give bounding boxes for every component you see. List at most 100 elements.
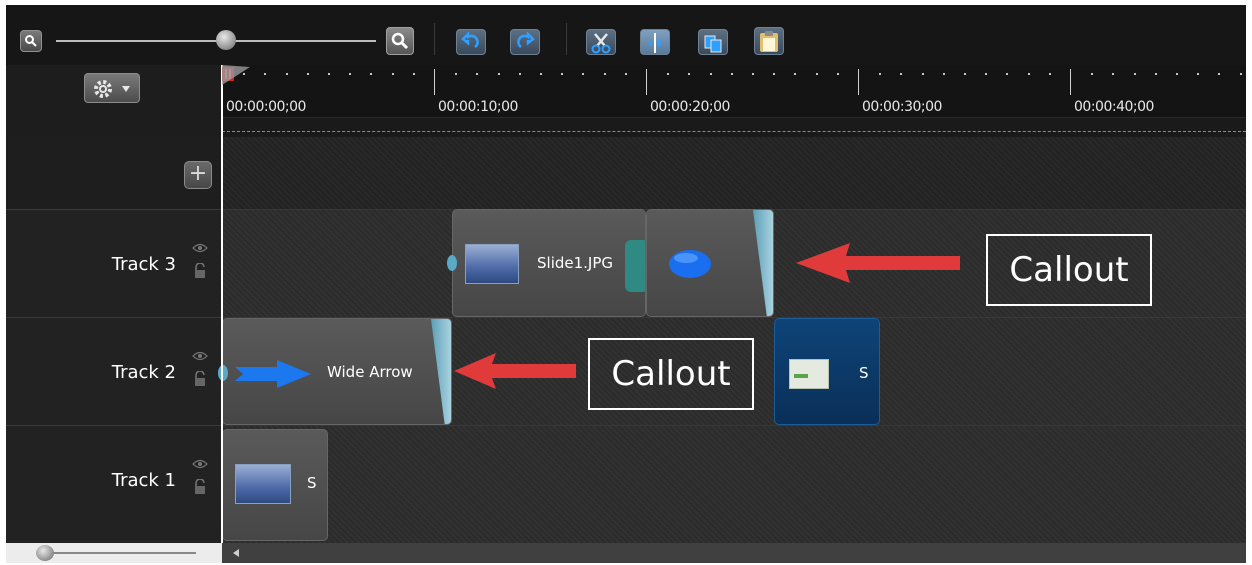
clip-label: S [859, 364, 869, 382]
track-lane-1[interactable] [222, 425, 1246, 543]
callout-label-2: Callout [588, 338, 754, 410]
ruler-minor-tick [412, 73, 415, 75]
track-height-slider-knob[interactable] [36, 545, 54, 561]
add-track-button[interactable]: + [184, 161, 212, 189]
gear-icon [94, 80, 112, 98]
zoom-in-icon [391, 32, 409, 50]
ruler-minor-tick [285, 73, 288, 75]
ruler-minor-tick [370, 73, 373, 75]
ruler-minor-tick [1239, 73, 1242, 75]
track-height-slider-area [6, 543, 222, 563]
ruler-minor-tick [1133, 73, 1136, 75]
lock-icon[interactable] [193, 479, 207, 495]
eye-icon[interactable] [192, 243, 208, 253]
ruler-major-tick [858, 69, 859, 95]
track-options-area [6, 65, 222, 137]
ruler-divider [222, 131, 1246, 132]
paste-button[interactable] [754, 27, 784, 55]
ruler-minor-tick [964, 73, 966, 75]
toolbar-separator [434, 23, 435, 55]
callout-arrow-1 [796, 243, 960, 283]
ruler-minor-tick [518, 73, 521, 75]
clip-tail[interactable] [753, 210, 773, 316]
ruler-minor-tick [1006, 73, 1009, 75]
ruler-time-label: 00:00:20;00 [650, 99, 730, 115]
ruler-major-tick [434, 69, 435, 95]
ruler-minor-tick [455, 73, 458, 75]
track-height-slider-track[interactable] [36, 552, 196, 554]
timeline-toolbar [6, 5, 1246, 66]
ruler-minor-tick [667, 73, 670, 75]
slide-thumbnail [235, 464, 291, 504]
ruler-minor-tick [561, 73, 564, 75]
redo-button[interactable] [510, 29, 540, 55]
ruler-time-label: 00:00:40;00 [1074, 99, 1154, 115]
undo-icon [461, 32, 479, 49]
copy-button[interactable] [698, 29, 728, 55]
ruler-minor-tick [730, 73, 733, 75]
clip-label: Slide1.JPG [537, 254, 614, 272]
time-ruler[interactable]: 00:00:00;00 00:00:10;00 00:00:20;00 00:00:3… [222, 65, 1246, 118]
ruler-minor-tick [900, 73, 903, 75]
ruler-minor-tick [815, 73, 818, 75]
empty-track-lane[interactable] [222, 137, 1246, 209]
wide-arrow-icon [235, 360, 311, 388]
split-icon [648, 33, 662, 53]
ruler-minor-tick [328, 73, 330, 75]
ruler-minor-tick [921, 73, 924, 75]
ruler-time-label: 00:00:30;00 [862, 99, 942, 115]
cut-button[interactable] [586, 29, 616, 55]
clip-tail[interactable] [431, 319, 451, 424]
ruler-minor-tick [1218, 73, 1221, 75]
copy-icon [704, 35, 722, 53]
slide-thumbnail [465, 244, 519, 284]
ruler-minor-tick [1112, 73, 1115, 75]
track-header-3[interactable]: Track 3 [6, 209, 222, 317]
ruler-major-tick [1070, 69, 1071, 95]
ruler-minor-tick [688, 73, 691, 75]
track-name: Track 2 [111, 362, 176, 383]
ruler-minor-tick [603, 73, 606, 75]
scroll-left-icon[interactable] [232, 548, 240, 558]
zoom-in-button[interactable] [386, 27, 414, 55]
clip-media-track2[interactable]: S [774, 318, 880, 425]
ruler-minor-tick [264, 73, 267, 75]
track-header-1[interactable]: Track 1 [6, 425, 222, 543]
ellipse-shape-icon [669, 250, 711, 278]
callout-label-1: Callout [986, 234, 1152, 306]
zoom-out-icon [25, 35, 37, 47]
transition-handle[interactable] [625, 240, 645, 292]
zoom-out-button[interactable] [20, 30, 42, 52]
ruler-minor-tick [1197, 73, 1200, 75]
ruler-minor-tick [1091, 73, 1094, 75]
lock-icon[interactable] [193, 263, 207, 279]
zoom-slider-knob[interactable] [216, 30, 236, 50]
ruler-minor-tick [1176, 73, 1178, 75]
playhead-line[interactable] [221, 65, 223, 545]
clip-shape[interactable] [646, 209, 774, 317]
track-options-button[interactable] [84, 73, 140, 103]
ruler-minor-tick [1027, 73, 1030, 75]
eye-icon[interactable] [192, 351, 208, 361]
split-button[interactable] [640, 29, 670, 55]
clip-media-track1[interactable]: S [222, 429, 328, 541]
ruler-minor-tick [349, 73, 352, 75]
ruler-minor-tick [582, 73, 585, 75]
ruler-minor-tick [752, 73, 754, 75]
ruler-minor-tick [306, 73, 309, 75]
paste-icon [760, 31, 778, 52]
ruler-minor-tick [1154, 73, 1157, 75]
cut-icon [591, 33, 611, 54]
callout-arrow-2 [454, 353, 576, 389]
undo-button[interactable] [456, 29, 486, 55]
ruler-time-label: 00:00:00;00 [226, 99, 306, 115]
ruler-major-tick [646, 69, 647, 95]
track-header-2[interactable]: Track 2 [6, 317, 222, 425]
eye-icon[interactable] [192, 459, 208, 469]
ruler-minor-tick [624, 73, 627, 75]
horizontal-scrollbar[interactable] [222, 543, 1246, 563]
clip-wide-arrow[interactable]: Wide Arrow [222, 318, 452, 425]
clip-connector [447, 255, 457, 271]
clip-slide1[interactable]: Slide1.JPG [452, 209, 646, 317]
lock-icon[interactable] [193, 371, 207, 387]
